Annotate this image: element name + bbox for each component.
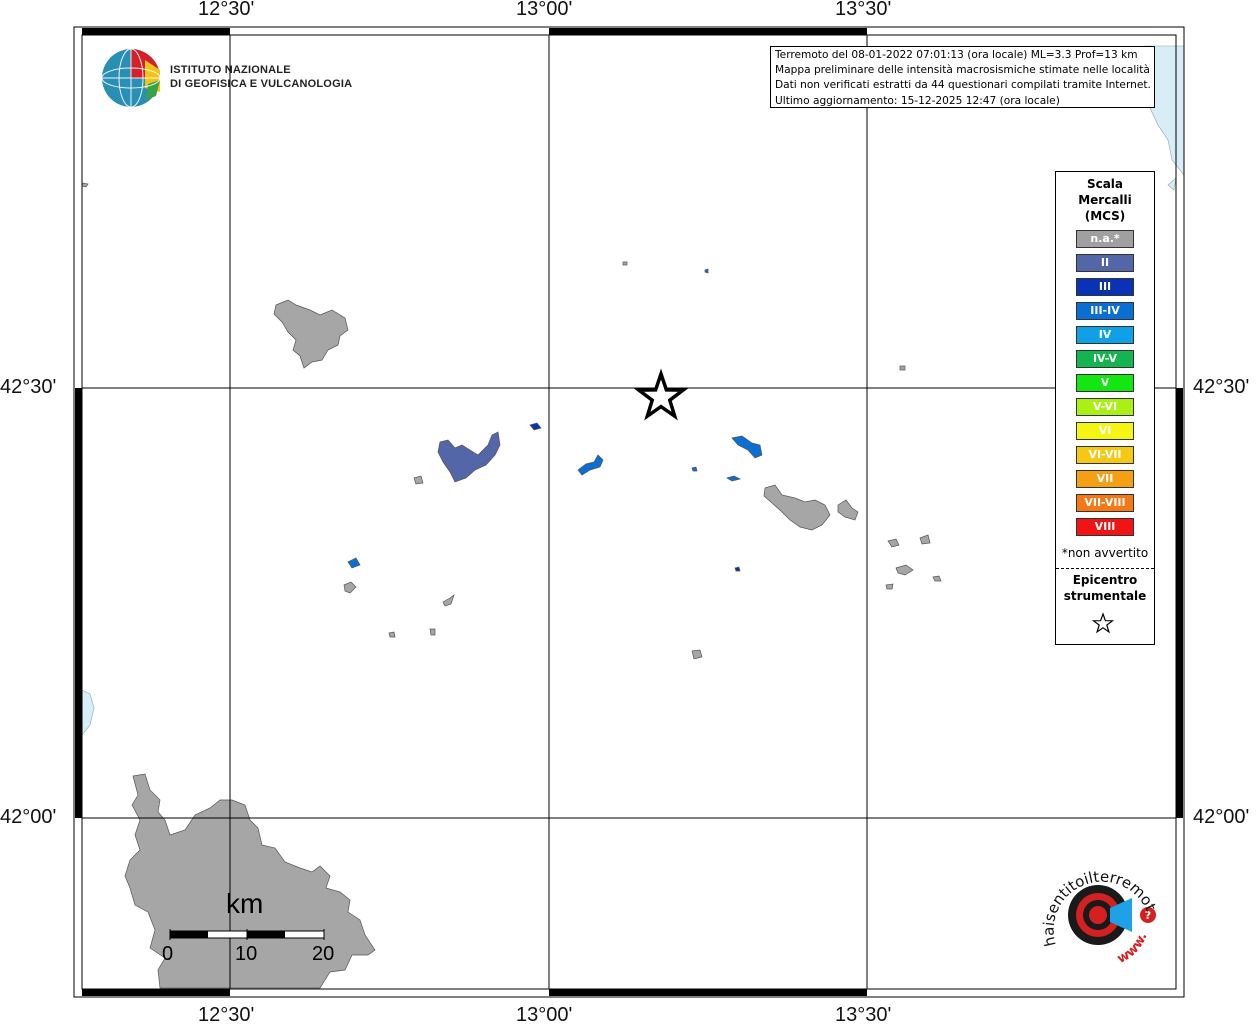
- municipality-area: [429, 628, 436, 636]
- legend-swatch: VI-VII: [1076, 446, 1134, 464]
- left-latitude-label: 42°30': [0, 376, 57, 398]
- legend-swatch: n.a.*: [1076, 230, 1134, 248]
- info-line4: Ultimo aggiornamento: 15-12-2025 12:47 (…: [775, 94, 1060, 107]
- municipality-area: [887, 538, 900, 548]
- municipality-area: [704, 268, 709, 274]
- municipality-area: [273, 299, 349, 369]
- legend-swatch: IV-V: [1076, 350, 1134, 368]
- municipality-area: [837, 499, 859, 521]
- scale-label: 10: [235, 943, 258, 965]
- municipality-area: [577, 454, 604, 476]
- legend-divider: [1056, 568, 1154, 569]
- top-longitude-label: 12°30': [198, 0, 255, 20]
- municipality-area: [442, 594, 455, 607]
- legend-swatch: V: [1076, 374, 1134, 392]
- legend-swatch: VIII: [1076, 518, 1134, 536]
- municipality-area: [622, 261, 628, 266]
- legend-title: Scala Mercalli (MCS): [1056, 176, 1154, 224]
- municipality-area: [932, 575, 942, 582]
- info-line1: Terremoto del 08-01-2022 07:01:13 (ora l…: [775, 49, 1138, 61]
- legend-swatch: VII-VIII: [1076, 494, 1134, 512]
- haisentito-logo-url: www.: [1115, 931, 1151, 967]
- municipality-area: [691, 466, 698, 472]
- municipality-areas: [81, 182, 942, 989]
- right-latitude-label: 42°30': [1193, 376, 1250, 398]
- info-line3: Dati non verificati estratti da 44 quest…: [775, 79, 1151, 92]
- municipality-area: [919, 534, 931, 545]
- ingv-globe-icon: [101, 48, 161, 108]
- municipality-area: [691, 649, 703, 660]
- municipality-area: [731, 435, 763, 459]
- municipality-area: [529, 422, 542, 431]
- municipality-area: [81, 182, 89, 188]
- legend-note: *non avvertito: [1061, 546, 1149, 560]
- top-longitude-label: 13°00': [516, 0, 573, 20]
- institute-name-line1: ISTITUTO NAZIONALE: [170, 64, 291, 76]
- scale-label: 0: [162, 943, 174, 965]
- legend-swatch: II: [1076, 254, 1134, 272]
- legend-epicenter-label: Epicentro strumentale: [1056, 572, 1154, 604]
- legend-star-icon: [1092, 612, 1114, 634]
- info-line2: Mappa preliminare delle intensità macros…: [775, 64, 1150, 77]
- water-areas: [81, 45, 1185, 736]
- svg-text:www.: www.: [1115, 931, 1151, 967]
- scale-unit: km: [226, 888, 264, 919]
- right-latitude-label: 42°00': [1193, 806, 1250, 828]
- institute-logo: ISTITUTO NAZIONALE DI GEOFISICA E VULCAN…: [170, 63, 352, 91]
- earthquake-info-box: Terremoto del 08-01-2022 07:01:13 (ora l…: [770, 46, 1155, 108]
- municipality-area: [347, 557, 361, 569]
- municipality-area: [388, 631, 396, 638]
- municipality-area: [763, 484, 831, 531]
- legend-swatch: III-IV: [1076, 302, 1134, 320]
- scale-bar: [169, 929, 325, 940]
- legend-swatch: III: [1076, 278, 1134, 296]
- legend-swatch: V-VI: [1076, 398, 1134, 416]
- municipality-area: [899, 365, 906, 371]
- legend-title-line2: Mercalli: [1078, 193, 1132, 207]
- haisentito-logo: haisentitoilterremoto.it www.: [1030, 845, 1160, 967]
- legend-title-line3: (MCS): [1084, 209, 1126, 223]
- epicenter-star-icon: [633, 368, 689, 421]
- intensity-legend: Scala Mercalli (MCS) n.a.* II III III-IV IV I…: [1055, 171, 1155, 645]
- legend-epicenter-line1: Epicentro: [1072, 573, 1138, 587]
- municipality-area: [437, 431, 501, 483]
- legend-epicenter-line2: strumentale: [1063, 589, 1147, 603]
- municipality-area: [343, 581, 357, 594]
- legend-swatch: VI: [1076, 422, 1134, 440]
- legend-swatch: VII: [1076, 470, 1134, 488]
- municipality-area: [895, 564, 914, 576]
- legend-swatch: IV: [1076, 326, 1134, 344]
- municipality-area: [413, 475, 424, 485]
- municipality-area: [726, 475, 742, 482]
- scale-label: 20: [312, 943, 335, 965]
- legend-title-line1: Scala: [1086, 177, 1124, 191]
- institute-name-line2: DI GEOFISICA E VULCANOLOGIA: [170, 78, 353, 90]
- municipality-area: [885, 583, 894, 590]
- top-longitude-label: 13°30': [835, 0, 892, 20]
- municipality-area: [734, 566, 741, 572]
- left-latitude-label: 42°00': [0, 806, 57, 828]
